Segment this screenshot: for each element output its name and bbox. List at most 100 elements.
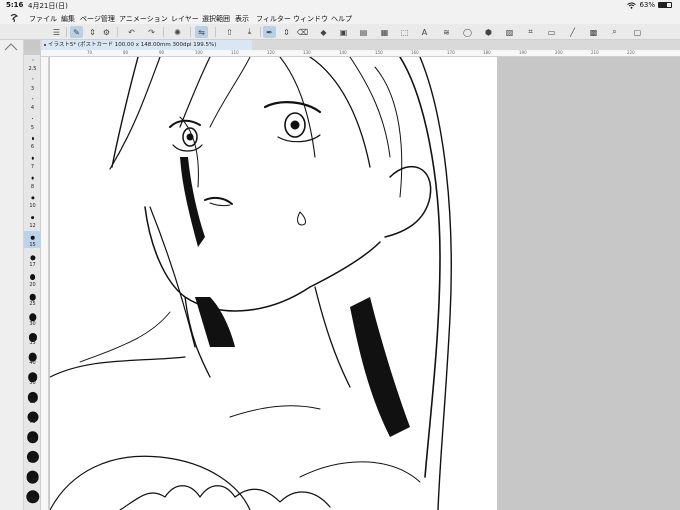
left-palette-strip: [0, 40, 24, 510]
vertical-ruler: [41, 57, 49, 510]
menu-animation[interactable]: アニメーション: [119, 14, 168, 24]
new-layer-icon[interactable]: ✎: [70, 26, 83, 38]
brush-size-dot: [31, 98, 34, 100]
ruler-tick-label: 190: [519, 50, 527, 55]
ruler-tick-label: 160: [411, 50, 419, 55]
brush-size-label: 50: [29, 379, 36, 386]
undo-icon[interactable]: ↶: [125, 26, 138, 38]
sketch-illustration: [50, 57, 452, 510]
brush-size-item[interactable]: 17: [24, 251, 41, 268]
brush-size-label: 25: [29, 301, 36, 308]
brush-size-item[interactable]: 35: [24, 329, 41, 346]
brush-size-label: 8: [30, 183, 35, 190]
horizontal-ruler: 70 80 90 100 110 120 130 140 150 160 170 180 190 200 2…: [41, 50, 680, 57]
brush-size-item[interactable]: 3: [24, 75, 41, 92]
menu-layer[interactable]: レイヤー: [171, 14, 199, 24]
brush-size-item[interactable]: 80: [24, 427, 41, 444]
brush-size-item[interactable]: 70: [24, 408, 41, 425]
share-icon[interactable]: ⇧: [223, 26, 236, 38]
eraser-icon[interactable]: ⌫: [296, 26, 309, 38]
export-icon[interactable]: ⤓: [243, 26, 256, 38]
brush-size-item[interactable]: 170: [24, 506, 41, 510]
brush-size-item[interactable]: 6: [24, 133, 41, 150]
flip-horizontal-icon[interactable]: ⇋: [195, 26, 208, 38]
brush-size-item[interactable]: 25: [24, 290, 41, 307]
brush-size-dot: [31, 156, 34, 160]
brush-size-label: 15: [29, 242, 36, 249]
pen-tool-icon[interactable]: ✒: [263, 26, 276, 38]
image-icon[interactable]: ▦: [378, 26, 391, 38]
menu-page-management[interactable]: ページ管理: [80, 14, 115, 24]
document-tab-bar: イラスト5* (ポストカード 100.00 x 148.00mm 300dpi …: [40, 40, 680, 50]
brush-size-label: 12: [29, 222, 36, 229]
menu-file[interactable]: ファイル: [29, 14, 57, 24]
brush-size-item[interactable]: 7: [24, 153, 41, 170]
brush-size-dot: [31, 137, 34, 140]
toolbar-separator: [190, 27, 191, 37]
menu-help[interactable]: ヘルプ: [331, 14, 352, 24]
settings-icon[interactable]: ⚙: [100, 26, 113, 38]
brush-size-item[interactable]: 10: [24, 192, 41, 209]
app-logo-icon[interactable]: [9, 13, 19, 23]
brush-size-dot: [31, 78, 34, 80]
brush-size-item[interactable]: 100: [24, 447, 41, 464]
ruler-tick-label: 120: [267, 50, 275, 55]
window-icon[interactable]: ▢: [631, 26, 644, 38]
search-icon[interactable]: ⌕: [608, 26, 621, 38]
collapse-panel-icon[interactable]: [4, 43, 18, 51]
crop-icon[interactable]: ⌗: [524, 26, 537, 38]
lasso-icon[interactable]: ◯: [461, 26, 474, 38]
brush-size-item[interactable]: 20: [24, 271, 41, 288]
brush-size-item[interactable]: 50: [24, 369, 41, 386]
brush-icon[interactable]: ╱: [566, 26, 579, 38]
canvas-area[interactable]: [49, 57, 680, 510]
ruler-tick-label: 150: [375, 50, 383, 55]
layers-stack-icon[interactable]: ≋: [440, 26, 453, 38]
brush-size-item[interactable]: 150: [24, 486, 41, 504]
document-tab[interactable]: イラスト5* (ポストカード 100.00 x 148.00mm 300dpi …: [42, 40, 252, 50]
brush-size-dot: [31, 117, 34, 120]
brush-size-dot: [29, 255, 36, 261]
frame-icon[interactable]: ▣: [337, 26, 350, 38]
brush-size-item[interactable]: 4: [24, 94, 41, 111]
grid-icon[interactable]: ▩: [587, 26, 600, 38]
canvas-paper[interactable]: [50, 57, 497, 510]
text-tool-icon[interactable]: A: [418, 26, 431, 38]
brush-size-item[interactable]: 60: [24, 388, 41, 405]
brush-size-item[interactable]: 15: [24, 231, 41, 249]
hamburger-menu-icon[interactable]: ☰: [50, 26, 63, 38]
brush-size-label: 70: [29, 418, 36, 425]
status-bar: 5:16 4月21日(日) 63%: [0, 0, 680, 12]
brush-size-item[interactable]: 5: [24, 114, 41, 131]
ruler-tick-label: 170: [447, 50, 455, 55]
brush-size-label: 100: [27, 458, 38, 464]
brush-size-label: 5: [30, 124, 35, 131]
tool-stepper-icon[interactable]: ⇕: [280, 26, 293, 38]
menu-window[interactable]: ウィンドウ: [293, 14, 328, 24]
menu-selection[interactable]: 選択範囲: [202, 14, 230, 24]
redo-icon[interactable]: ↷: [145, 26, 158, 38]
sub-tool-icon[interactable]: ⬢: [482, 26, 495, 38]
layer-icon[interactable]: ▤: [357, 26, 370, 38]
brush-size-item[interactable]: 120: [24, 467, 41, 484]
brush-size-item[interactable]: 40: [24, 349, 41, 366]
disabled-tool-icon[interactable]: ▨: [503, 26, 516, 38]
menu-edit[interactable]: 編集: [61, 14, 75, 24]
fill-bucket-icon[interactable]: ◆: [317, 26, 330, 38]
toolbar-separator: [117, 27, 118, 37]
brush-size-item[interactable]: 8: [24, 173, 41, 190]
brush-size-label: 6: [30, 144, 35, 151]
menu-filter[interactable]: フィルター: [256, 14, 291, 24]
layer-stepper-icon[interactable]: ⇕: [86, 26, 99, 38]
menu-view[interactable]: 表示: [235, 14, 249, 24]
brush-size-dot: [30, 235, 35, 240]
status-right: 63%: [627, 1, 672, 9]
brush-size-item[interactable]: 30: [24, 310, 41, 327]
canvas-size-icon[interactable]: ▭: [545, 26, 558, 38]
brush-size-item[interactable]: 2.5: [24, 55, 41, 72]
loading-icon[interactable]: ✺: [171, 26, 184, 38]
brush-size-item[interactable]: 12: [24, 212, 41, 229]
brush-size-dot: [31, 176, 34, 180]
brush-size-label: 10: [29, 203, 36, 210]
transform-icon[interactable]: ⬚: [398, 26, 411, 38]
